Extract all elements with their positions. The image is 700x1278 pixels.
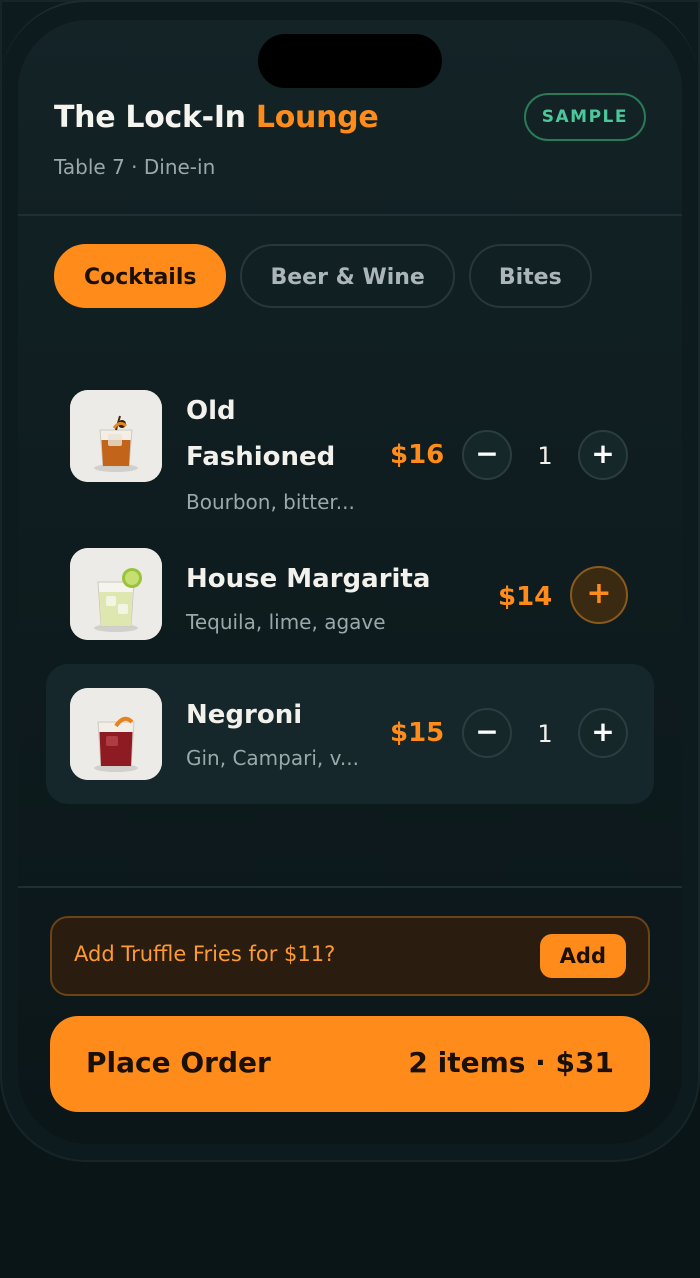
item-price: $15 [390,718,445,748]
upsell-add-button[interactable]: Add [539,934,626,978]
item-description: Tequila, lime, agave [186,610,386,634]
upsell-banner: Add Truffle Fries for $11? Add [50,916,650,996]
quantity-value: 1 [537,720,553,748]
item-name: House Margarita [186,564,431,594]
menu-item-negroni[interactable]: Negroni Gin, Campari, v... $15 − 1 + [46,664,654,804]
order-summary: 2 items · $31 [408,1046,614,1079]
header-divider [18,214,682,216]
venue-name-accent: Lounge [255,100,379,135]
menu-item-house-margarita[interactable]: House Margarita Tequila, lime, agave $14… [46,524,654,664]
upsell-text: Add Truffle Fries for $11? [74,942,336,966]
tab-cocktails[interactable]: Cocktails [54,244,227,308]
category-tabs: Cocktails Beer & Wine Bites [54,244,592,308]
item-name-line2: Fashioned [186,442,336,472]
item-description: Gin, Campari, v... [186,746,359,770]
tab-beer-wine[interactable]: Beer & Wine [240,244,455,308]
increase-quantity-button[interactable]: + [578,430,628,480]
negroni-image [70,688,162,780]
item-price: $16 [390,440,445,470]
add-item-button[interactable]: + [570,566,628,624]
item-name: Negroni [186,700,303,730]
item-description: Bourbon, bitter... [186,490,355,514]
sample-badge: SAMPLE [523,93,646,141]
quantity-value: 1 [537,442,553,470]
dynamic-island [258,34,442,88]
decrease-quantity-button[interactable]: − [462,708,512,758]
place-order-label: Place Order [86,1046,271,1079]
footer-divider [18,886,682,888]
item-name: Old [186,396,236,426]
margarita-image [70,548,162,640]
app-screen: The Lock-In Lounge Table 7 · Dine-in SAM… [18,20,682,1144]
venue-name: The Lock-In [54,100,246,135]
increase-quantity-button[interactable]: + [578,708,628,758]
tab-bites[interactable]: Bites [468,244,592,308]
place-order-button[interactable]: Place Order 2 items · $31 [50,1016,650,1112]
menu-item-old-fashioned[interactable]: Old Fashioned Bourbon, bitter... $16 − 1… [46,356,654,514]
item-price: $14 [498,582,553,612]
decrease-quantity-button[interactable]: − [462,430,512,480]
old-fashioned-image [70,390,162,482]
venue-title: The Lock-In Lounge [54,100,379,135]
table-info: Table 7 · Dine-in [54,155,216,179]
